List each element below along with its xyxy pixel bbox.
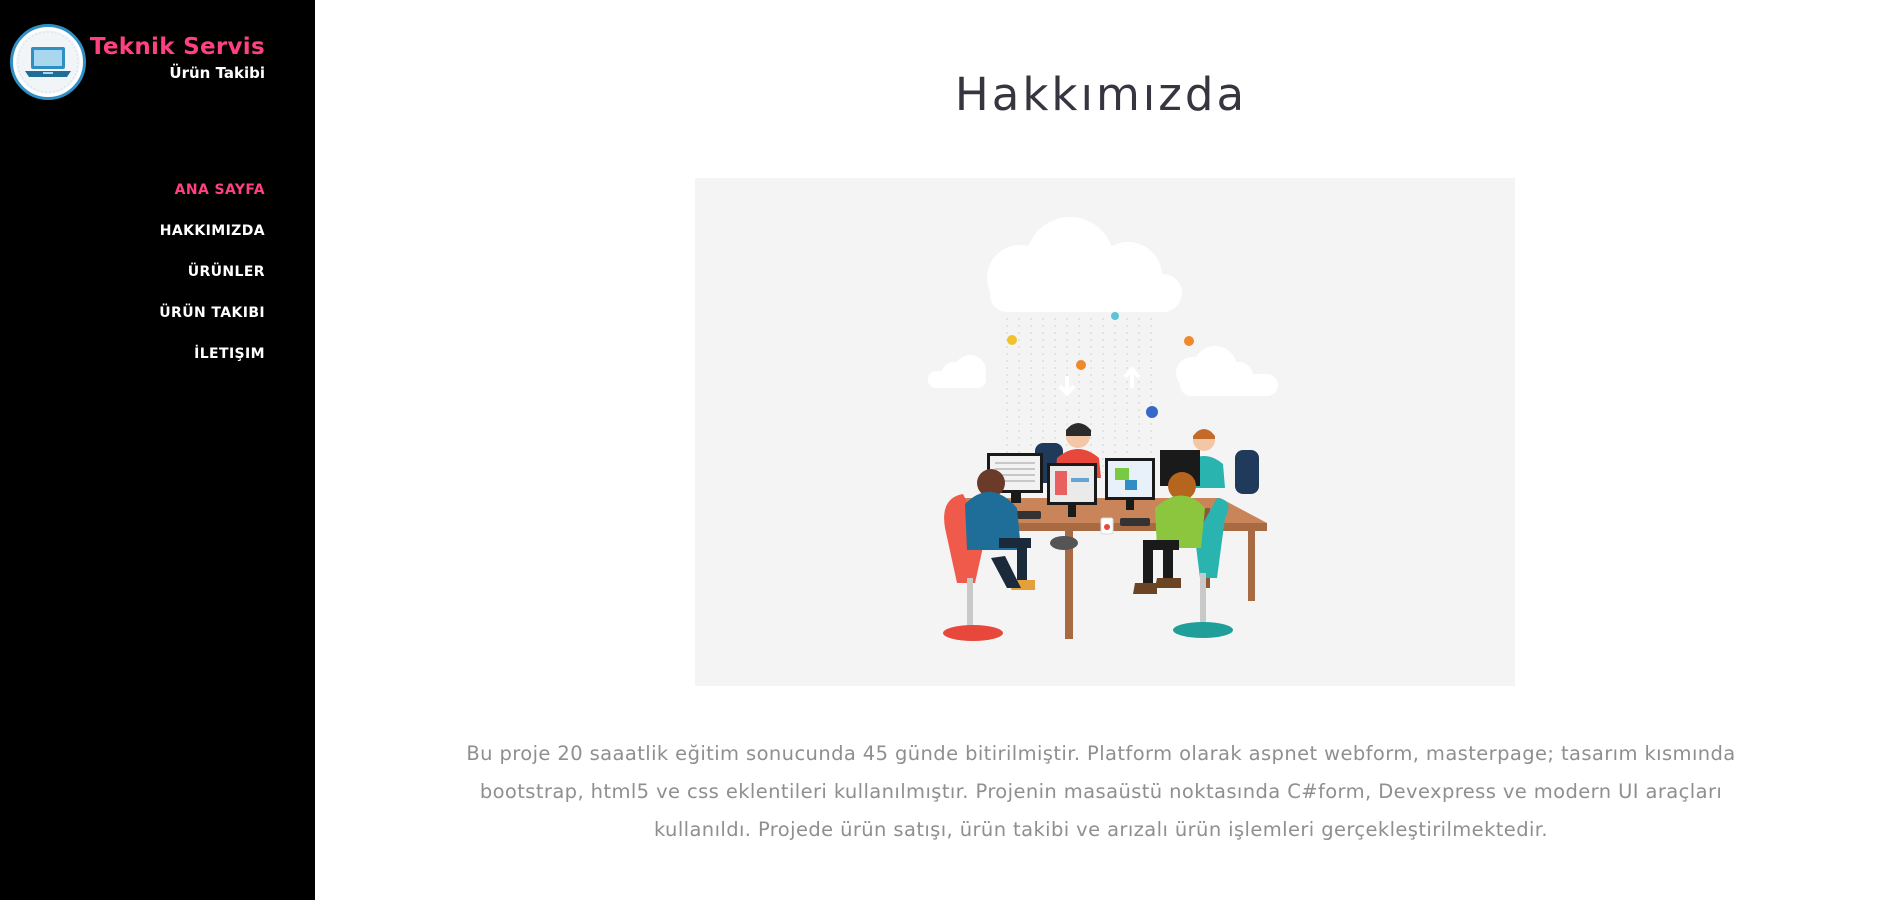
nav-item-ana-sayfa[interactable]: ANA SAYFA xyxy=(159,182,265,199)
sidebar: Teknik Servis Ürün Takibi ANA SAYFA HAKK… xyxy=(0,0,315,900)
logo[interactable] xyxy=(10,24,86,100)
page-title: Hakkımızda xyxy=(954,68,1248,121)
nav-item-hakkimizda[interactable]: HAKKIMIZDA xyxy=(159,223,265,240)
about-paragraph: Bu proje 20 saaatlik eğitim sonucunda 45… xyxy=(466,742,1736,841)
brand-title[interactable]: Teknik Servis xyxy=(90,33,265,61)
brand: Teknik Servis Ürün Takibi xyxy=(90,33,265,83)
hero-image xyxy=(695,178,1515,686)
brand-subtitle: Ürün Takibi xyxy=(169,64,265,82)
main-content: Hakkımızda Bu proje 20 saaatlik eğitim s… xyxy=(315,0,1887,900)
nav-item-iletisim[interactable]: İLETIŞIM xyxy=(159,346,265,363)
nav-item-urunler[interactable]: ÜRÜNLER xyxy=(159,264,265,281)
laptop-icon xyxy=(16,30,80,94)
nav-item-urun-takibi[interactable]: ÜRÜN TAKIBI xyxy=(159,305,265,322)
main-nav: ANA SAYFA HAKKIMIZDA ÜRÜNLER ÜRÜN TAKIBI… xyxy=(159,182,265,387)
team-working-illustration xyxy=(928,217,1278,641)
